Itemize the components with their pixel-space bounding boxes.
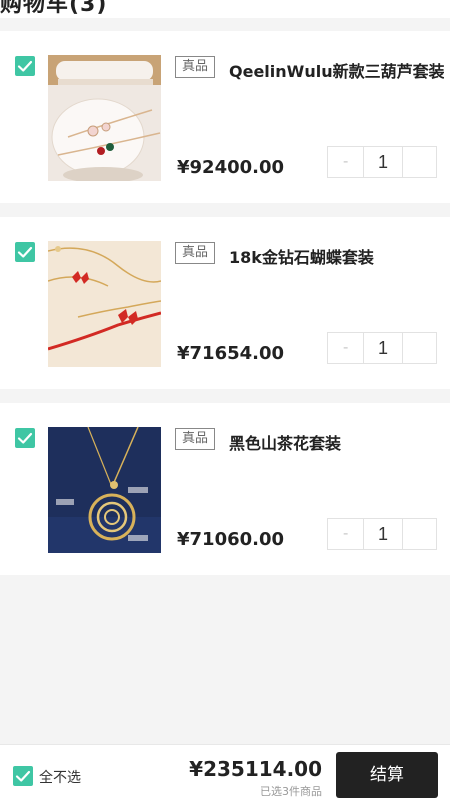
authentic-badge: 真品 bbox=[175, 56, 216, 78]
quantity-stepper: - 1 bbox=[327, 332, 437, 364]
product-price: ¥71060.00 bbox=[177, 529, 285, 550]
select-all-label[interactable]: 全不选 bbox=[39, 767, 81, 787]
quantity-input[interactable]: 1 bbox=[364, 333, 403, 363]
select-all-checkbox[interactable] bbox=[13, 766, 33, 786]
product-price: ¥71654.00 bbox=[177, 343, 285, 364]
quantity-stepper: - 1 bbox=[327, 518, 437, 550]
quantity-stepper: - 1 bbox=[327, 146, 437, 178]
product-title[interactable]: 18k金钻石蝴蝶套装 bbox=[229, 244, 444, 268]
quantity-input[interactable]: 1 bbox=[364, 147, 403, 177]
item-checkbox[interactable] bbox=[15, 428, 35, 448]
check-icon bbox=[17, 432, 33, 444]
decrement-button[interactable]: - bbox=[328, 147, 365, 177]
cart-item: 真品 18k金钻石蝴蝶套装 ¥71654.00 - 1 bbox=[0, 217, 450, 389]
cart-item: 真品 黑色山茶花套装 ¥71060.00 - 1 bbox=[0, 403, 450, 575]
product-title[interactable]: 黑色山茶花套装 bbox=[229, 430, 444, 454]
product-title[interactable]: QeelinWulu新款三葫芦套装 bbox=[229, 58, 444, 82]
check-icon bbox=[17, 246, 33, 258]
page-title: 购物车(3) bbox=[0, 0, 108, 17]
total-price: ¥235114.00 bbox=[189, 757, 322, 781]
product-image[interactable] bbox=[48, 241, 161, 367]
product-image[interactable] bbox=[48, 55, 161, 181]
increment-button[interactable] bbox=[403, 333, 436, 363]
increment-button[interactable] bbox=[403, 147, 436, 177]
increment-button[interactable] bbox=[403, 519, 436, 549]
product-price: ¥92400.00 bbox=[177, 157, 285, 178]
checkout-button[interactable]: 结算 bbox=[336, 752, 438, 798]
cart-item: 真品 QeelinWulu新款三葫芦套装 ¥92400.00 - 1 bbox=[0, 31, 450, 203]
checkout-bar: 全不选 ¥235114.00 已选3件商品 结算 bbox=[0, 744, 450, 800]
selected-count: 已选3件商品 bbox=[260, 785, 322, 798]
product-image[interactable] bbox=[48, 427, 161, 553]
authentic-badge: 真品 bbox=[175, 242, 216, 264]
decrement-button[interactable]: - bbox=[328, 333, 365, 363]
check-icon bbox=[17, 60, 33, 72]
item-checkbox[interactable] bbox=[15, 56, 35, 76]
page-header: 购物车(3) bbox=[0, 0, 450, 18]
check-icon bbox=[15, 770, 31, 782]
item-checkbox[interactable] bbox=[15, 242, 35, 262]
decrement-button[interactable]: - bbox=[328, 519, 365, 549]
authentic-badge: 真品 bbox=[175, 428, 216, 450]
quantity-input[interactable]: 1 bbox=[364, 519, 403, 549]
